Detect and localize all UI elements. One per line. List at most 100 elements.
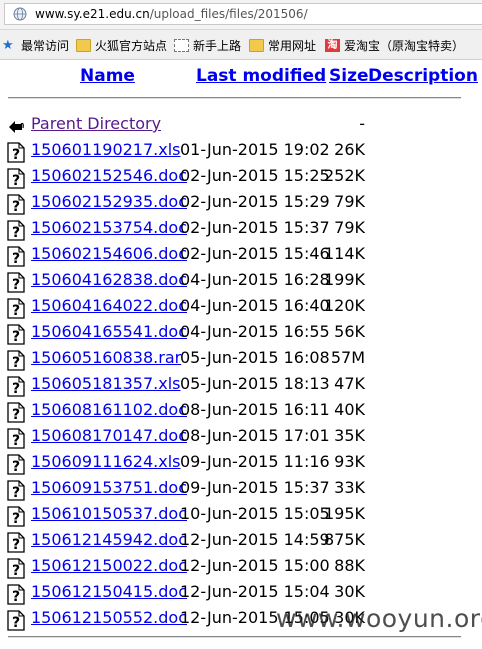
globe-icon	[13, 7, 27, 21]
file-link[interactable]: 150608170147.doc	[31, 426, 187, 445]
folder-icon	[76, 39, 91, 52]
bookmark-taobao[interactable]: 淘 爱淘宝（原淘宝特卖）	[325, 37, 464, 54]
file-link[interactable]: 150602154606.doc	[31, 244, 187, 263]
unknown-file-icon: ?	[7, 272, 25, 293]
size-cell: 57M	[330, 348, 365, 367]
bookmark-label: 最常访问	[21, 39, 70, 53]
svg-text:?: ?	[12, 277, 20, 293]
size-cell: 35K	[334, 426, 365, 445]
file-link[interactable]: 150604165541.doc	[31, 322, 187, 341]
folder-icon	[249, 39, 264, 52]
file-row: ? 150608170147.doc 08-Jun-2015 17:01 35K	[0, 426, 482, 450]
unknown-file-icon: ?	[7, 532, 25, 553]
bookmark-getting-started[interactable]: 新手上路	[174, 37, 241, 54]
watermark: www.wooyun.org	[276, 604, 482, 633]
bookmark-most-visited[interactable]: ★ 最常访问	[2, 37, 69, 54]
svg-text:?: ?	[12, 589, 20, 605]
file-link[interactable]: 150610150537.doc	[31, 504, 187, 523]
file-row: ? 150610150537.doc 10-Jun-2015 15:05 195K	[0, 504, 482, 528]
bookmark-common-sites[interactable]: 常用网址	[249, 37, 316, 54]
svg-text:?: ?	[12, 173, 20, 189]
modified-cell: 09-Jun-2015 11:16	[180, 452, 330, 471]
modified-cell: 02-Jun-2015 15:37	[180, 218, 330, 237]
svg-text:?: ?	[12, 225, 20, 241]
unknown-file-icon: ?	[7, 324, 25, 345]
modified-cell: 08-Jun-2015 17:01	[180, 426, 330, 445]
modified-cell: 04-Jun-2015 16:40	[180, 296, 330, 315]
file-link[interactable]: 150608161102.doc	[31, 400, 187, 419]
unknown-file-icon: ?	[7, 402, 25, 423]
unknown-file-icon: ?	[7, 454, 25, 475]
sort-by-name-link[interactable]: Name	[80, 66, 135, 86]
size-cell: 252K	[323, 166, 365, 185]
svg-text:?: ?	[12, 485, 20, 501]
unknown-file-icon: ?	[7, 194, 25, 215]
file-row: ? 150612150415.doc 12-Jun-2015 15:04 30K	[0, 582, 482, 606]
file-link[interactable]: 150602152935.doc	[31, 192, 187, 211]
unknown-file-icon: ?	[7, 168, 25, 189]
file-row: ? 150612150022.doc 12-Jun-2015 15:00 88K	[0, 556, 482, 580]
file-link[interactable]: 150612150022.doc	[31, 556, 187, 575]
sort-by-description-link[interactable]: Description	[368, 66, 478, 86]
file-row: ? 150604162838.doc 04-Jun-2015 16:28 199K	[0, 270, 482, 294]
modified-cell: 05-Jun-2015 16:08	[180, 348, 330, 367]
bottom-divider	[8, 636, 461, 638]
unknown-file-icon: ?	[7, 350, 25, 371]
modified-cell: 09-Jun-2015 15:37	[180, 478, 330, 497]
modified-cell: 05-Jun-2015 18:13	[180, 374, 330, 393]
file-link[interactable]: 150605181357.xls	[31, 374, 181, 393]
url-host: www.sy.e21.edu.cn	[35, 7, 150, 21]
modified-cell: 04-Jun-2015 16:28	[180, 270, 330, 289]
file-link[interactable]: 150602153754.doc	[31, 218, 187, 237]
unknown-file-icon: ?	[7, 298, 25, 319]
taobao-icon: 淘	[325, 39, 340, 52]
modified-cell: 02-Jun-2015 15:25	[180, 166, 330, 185]
modified-cell: 10-Jun-2015 15:05	[180, 504, 330, 523]
unknown-file-icon: ?	[7, 428, 25, 449]
file-link[interactable]: 150601190217.xls	[31, 140, 181, 159]
sort-by-size-link[interactable]: Size	[329, 66, 369, 86]
unknown-file-icon: ?	[7, 220, 25, 241]
modified-cell: 08-Jun-2015 16:11	[180, 400, 330, 419]
url-field[interactable]: www.sy.e21.edu.cn/upload_files/files/201…	[4, 3, 482, 25]
svg-text:?: ?	[12, 381, 20, 397]
file-link[interactable]: 150612145942.doc	[31, 530, 187, 549]
back-arrow-icon	[9, 121, 24, 133]
size-cell: 26K	[334, 140, 365, 159]
file-link[interactable]: 150609153751.doc	[31, 478, 187, 497]
file-link[interactable]: 150604164022.doc	[31, 296, 187, 315]
file-row: ? 150612145942.doc 12-Jun-2015 14:59 875K	[0, 530, 482, 554]
file-link[interactable]: 150612150415.doc	[31, 582, 187, 601]
file-link[interactable]: 150612150552.doc	[31, 608, 187, 627]
svg-text:?: ?	[12, 199, 20, 215]
unknown-file-icon: ?	[7, 480, 25, 501]
size-cell: 88K	[334, 556, 365, 575]
size-cell: 30K	[334, 582, 365, 601]
size-cell: 114K	[323, 244, 365, 263]
parent-directory-link[interactable]: Parent Directory	[31, 114, 161, 133]
size-cell: 40K	[334, 400, 365, 419]
file-row: ? 150608161102.doc 08-Jun-2015 16:11 40K	[0, 400, 482, 424]
sort-by-modified-link[interactable]: Last modified	[196, 66, 326, 86]
file-link[interactable]: 150605160838.rar	[31, 348, 181, 367]
parent-directory-row: Parent Directory -	[0, 114, 482, 138]
bookmark-label: 爱淘宝（原淘宝特卖）	[344, 39, 465, 53]
svg-text:?: ?	[12, 459, 20, 475]
file-row: ? 150602153754.doc 02-Jun-2015 15:37 79K	[0, 218, 482, 242]
bookmark-label: 新手上路	[193, 39, 242, 53]
svg-text:?: ?	[12, 615, 20, 631]
bookmark-firefox-site[interactable]: 火狐官方站点	[76, 37, 167, 54]
unknown-file-icon: ?	[7, 506, 25, 527]
file-link[interactable]: 150604162838.doc	[31, 270, 187, 289]
svg-text:?: ?	[12, 563, 20, 579]
file-row: ? 150609153751.doc 09-Jun-2015 15:37 33K	[0, 478, 482, 502]
size-cell: 79K	[334, 192, 365, 211]
file-link[interactable]: 150609111624.xls	[31, 452, 181, 471]
modified-cell: 01-Jun-2015 19:02	[180, 140, 330, 159]
file-link[interactable]: 150602152546.doc	[31, 166, 187, 185]
unknown-file-icon: ?	[7, 376, 25, 397]
svg-text:?: ?	[12, 407, 20, 423]
file-row: ? 150609111624.xls 09-Jun-2015 11:16 93K	[0, 452, 482, 476]
size-cell: 120K	[323, 296, 365, 315]
svg-text:?: ?	[12, 433, 20, 449]
